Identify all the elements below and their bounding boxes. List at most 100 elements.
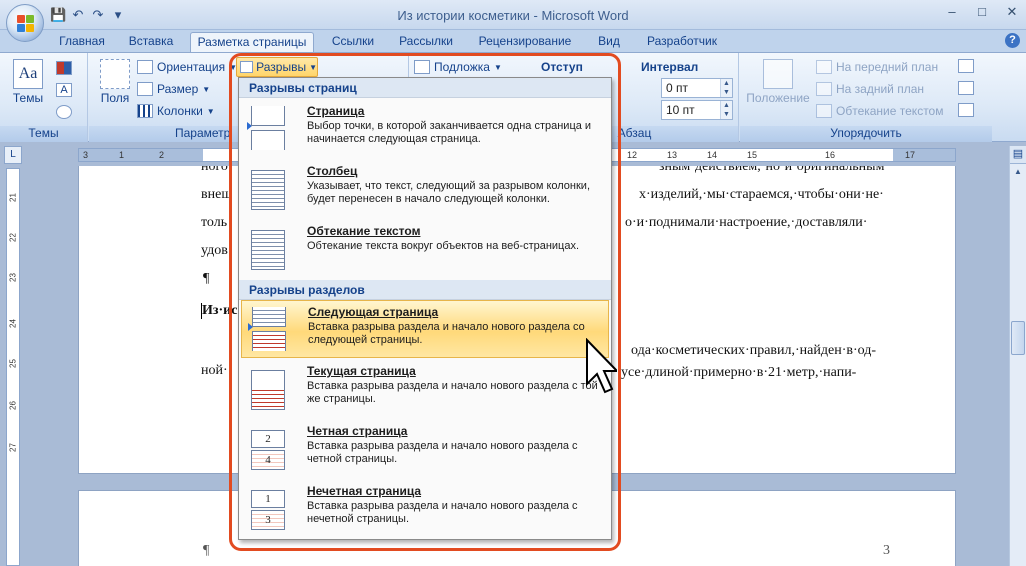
watermark-button[interactable]: Подложка ▼: [414, 57, 502, 77]
next-page-break-icon: [252, 307, 288, 351]
spacing-before-input[interactable]: 0 пт ▲ ▼: [661, 78, 733, 98]
theme-effects-icon[interactable]: [56, 105, 72, 119]
vertical-scrollbar[interactable]: ▤ ▲: [1009, 146, 1026, 566]
scroll-up-icon[interactable]: ▲: [1010, 164, 1026, 180]
group-icon[interactable]: [958, 81, 974, 95]
spacing-after-input[interactable]: 10 пт ▲ ▼: [661, 100, 733, 120]
ruler-tick: 1: [119, 150, 125, 160]
menu-item-continuous[interactable]: Текущая страница Вставка разрыва раздела…: [241, 360, 609, 418]
breaks-button[interactable]: Разрывы ▼: [236, 57, 318, 77]
menu-item-column[interactable]: Столбец Указывает, что текст, следующий …: [241, 160, 609, 218]
vertical-ruler[interactable]: 21 22 23 24 25 26 27: [6, 168, 20, 566]
size-icon: [137, 82, 153, 96]
wrap-text-icon: [816, 104, 832, 118]
ruler-tick: 23: [8, 273, 18, 282]
close-icon[interactable]: ✕: [1004, 5, 1020, 21]
column-break-icon: [251, 166, 287, 210]
ruler-tick: 22: [8, 233, 18, 242]
rotate-icon[interactable]: [958, 103, 974, 117]
pilcrow: ¶: [203, 543, 210, 558]
window-controls: – □ ✕: [944, 5, 1020, 21]
themes-group: Aa Темы A Темы: [0, 53, 88, 142]
theme-colors-icon[interactable]: [56, 61, 72, 75]
office-logo-icon: [17, 15, 35, 33]
menu-item-desc: Вставка разрыва раздела и начало нового …: [307, 500, 578, 525]
size-button[interactable]: Размер ▼: [137, 79, 210, 99]
position-label: Положение: [746, 91, 810, 105]
columns-icon: [137, 104, 153, 118]
menu-item-title: Страница: [307, 104, 365, 118]
margins-button[interactable]: Поля: [97, 59, 133, 105]
ruler-tick: 3: [83, 150, 89, 160]
tab-home[interactable]: Главная: [54, 32, 110, 52]
align-icon[interactable]: [958, 59, 974, 73]
ruler-right-margin: [893, 149, 955, 161]
window-title: Из истории косметики - Microsoft Word: [397, 8, 629, 23]
tab-references[interactable]: Ссылки: [326, 32, 380, 52]
menu-item-title: Текущая страница: [307, 364, 416, 378]
bring-front-button[interactable]: На передний план: [816, 57, 938, 77]
chevron-down-icon: ▼: [309, 62, 317, 72]
doc-text-line: внеш: [201, 187, 233, 202]
arrange-group-label: Упорядочить: [740, 126, 992, 142]
tab-insert[interactable]: Вставка: [124, 32, 178, 52]
minimize-icon[interactable]: –: [944, 5, 960, 21]
scroll-thumb[interactable]: [1011, 321, 1025, 355]
icon-page-number: 4: [251, 450, 285, 470]
help-icon[interactable]: ?: [1005, 33, 1020, 48]
ribbon-tabs: Главная Вставка Разметка страницы Ссылки…: [0, 30, 1026, 52]
ruler-tick: 2: [159, 150, 165, 160]
columns-label: Колонки: [157, 104, 203, 118]
ruler-tick: 14: [707, 150, 718, 160]
theme-fonts-icon[interactable]: A: [56, 83, 72, 97]
send-back-button[interactable]: На задний план: [816, 79, 924, 99]
restore-icon[interactable]: □: [974, 5, 990, 21]
themes-button-label: Темы: [12, 91, 44, 105]
tab-developer[interactable]: Разработчик: [640, 32, 724, 52]
doc-text-line: зным·действием,·но·и·оригинальным·: [659, 166, 890, 174]
tab-page-layout[interactable]: Разметка страницы: [190, 32, 314, 52]
office-button[interactable]: [6, 4, 44, 42]
tab-review[interactable]: Рецензирование: [472, 32, 578, 52]
menu-item-even-page[interactable]: 2 4 Четная страница Вставка разрыва разд…: [241, 420, 609, 478]
themes-button[interactable]: Aa Темы: [10, 59, 46, 105]
spacing-heading: Интервал: [641, 60, 699, 74]
doc-heading: Из·ис: [201, 303, 238, 319]
orientation-label: Ориентация: [157, 60, 226, 74]
menu-section-section-breaks: Разрывы разделов: [239, 280, 611, 300]
watermark-label: Подложка: [434, 60, 490, 74]
ruler-tick: 25: [8, 359, 18, 368]
wrap-text-button[interactable]: Обтекание текстом: [816, 101, 943, 121]
breaks-icon: [240, 61, 254, 73]
menu-item-text-wrapping[interactable]: Обтекание текстом Обтекание текста вокру…: [241, 220, 609, 278]
pilcrow: ¶: [203, 271, 210, 286]
breaks-label: Разрывы: [256, 60, 307, 74]
mouse-cursor-icon: [586, 338, 617, 394]
themes-group-label: Темы: [0, 126, 87, 142]
ruler-left-margin: [79, 149, 203, 161]
chevron-down-icon: ▼: [206, 106, 215, 116]
spinner-arrows-icon[interactable]: ▲ ▼: [720, 79, 732, 97]
menu-item-page[interactable]: Страница Выбор точки, в которой заканчив…: [241, 100, 609, 158]
columns-button[interactable]: Колонки ▼: [137, 101, 215, 121]
margins-button-label: Поля: [100, 91, 130, 105]
menu-item-next-page[interactable]: Следующая страница Вставка разрыва разде…: [241, 300, 609, 358]
doc-text-line: удов: [201, 243, 228, 258]
spinner-arrows-icon[interactable]: ▲ ▼: [720, 101, 732, 119]
menu-item-odd-page[interactable]: 1 3 Нечетная страница Вставка разрыва ра…: [241, 480, 609, 538]
view-ruler-icon[interactable]: ▤: [1010, 146, 1026, 164]
tab-selector[interactable]: L: [4, 146, 22, 164]
position-icon: [763, 59, 793, 89]
position-button[interactable]: Положение: [744, 59, 812, 105]
doc-text-line: ного: [201, 166, 228, 174]
tab-mailings[interactable]: Рассылки: [394, 32, 458, 52]
themes-icon: Aa: [13, 59, 43, 89]
tab-view[interactable]: Вид: [592, 32, 626, 52]
orientation-button[interactable]: Ориентация ▼: [137, 57, 237, 77]
size-label: Размер: [157, 82, 199, 96]
doc-text-line: о·и·поднимали·настроение,·доставляли·: [625, 215, 868, 230]
spacing-after-value: 10 пт: [666, 103, 695, 117]
menu-item-desc: Вставка разрыва раздела и начало нового …: [307, 440, 578, 465]
icon-page-number: 2: [251, 430, 285, 448]
ruler-tick: 24: [8, 319, 18, 328]
